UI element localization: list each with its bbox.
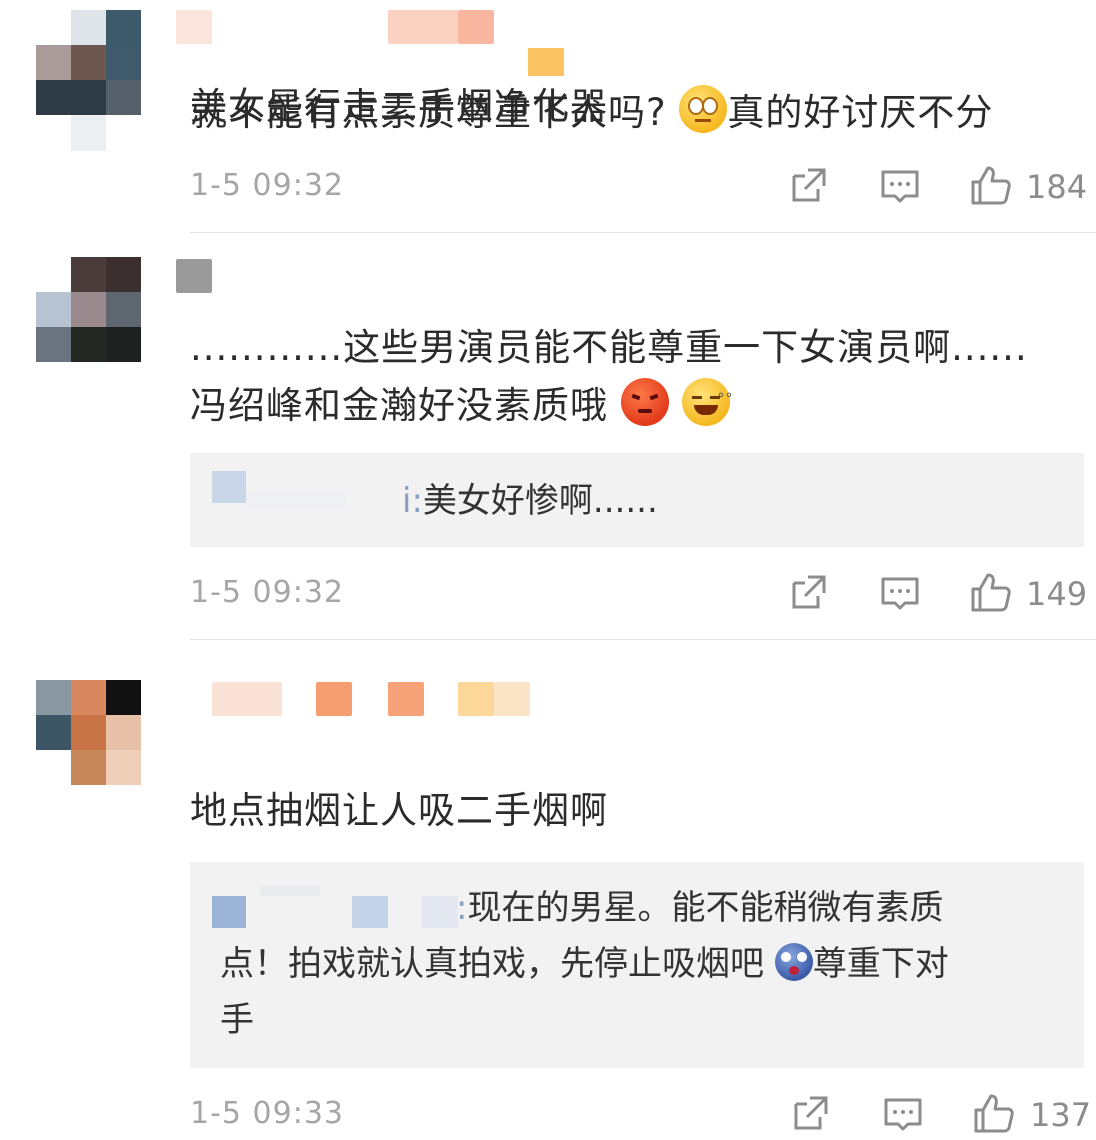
like-count: 149 [1026,575,1088,613]
username[interactable] [176,259,216,293]
comment-3: 就不能有点素质尊重下人吗? 真的好讨厌不分 地点抽烟让人吸二手烟啊 :现在的男星… [0,85,1096,1140]
user-badge [528,48,564,76]
like-icon[interactable] [969,164,1011,206]
comment-text-line-2: 地点抽烟让人吸二手烟啊 [190,789,608,832]
comment-text: 就不能有点素质尊重下人吗? [190,91,667,134]
reply-text-line-1: :现在的男星。能不能稍微有素质 [456,888,944,928]
share-icon[interactable] [788,164,830,206]
comment-text-line-2: 冯绍峰和金瀚好没素质哦 °° [190,377,733,435]
reply-box[interactable]: i:美女好惨啊...... [190,453,1084,547]
like-count: 137 [1030,1096,1092,1134]
reply-username [352,896,388,928]
reply-text: i:美女好惨啊...... [402,481,658,521]
timestamp: 1-5 09:32 [190,575,344,610]
comment-meta: 1-5 09:32 149 [0,569,1096,619]
username[interactable] [176,10,506,44]
reply-text-line-3: 手 [220,1000,254,1040]
like-count: 184 [1026,168,1088,206]
username[interactable] [176,682,536,716]
comment-meta: 1-5 09:33 137 [0,1090,1096,1140]
share-icon[interactable] [790,1092,832,1134]
reply-text-line-2: 点！拍戏就认真拍戏，先停止吸烟吧 尊重下对 [220,943,949,984]
like-icon[interactable] [972,1092,1014,1134]
comment-text-line-1: 就不能有点素质尊重下人吗? 真的好讨厌不分 [190,84,993,142]
avatar[interactable] [36,257,142,363]
share-icon[interactable] [788,571,830,613]
shocked-face-emoji [774,943,813,981]
reply-username [246,493,346,507]
reply-username [260,886,320,896]
angry-face-emoji [620,378,669,426]
timestamp: 1-5 09:32 [190,168,344,203]
comment-icon[interactable] [879,571,921,613]
timestamp: 1-5 09:33 [190,1096,344,1131]
comment-text: 真的好讨厌不分 [727,91,994,134]
comment-text-line-1: ............这些男演员能不能尊重一下女演员啊...... [190,326,1028,369]
comment-2: ............这些男演员能不能尊重一下女演员啊...... 冯绍峰和金… [0,235,1096,640]
reply-username[interactable] [212,471,246,503]
reply-username[interactable] [212,896,246,928]
rolling-eyes-emoji [679,85,728,133]
reply-box[interactable]: :现在的男星。能不能稍微有素质 点！拍戏就认真拍戏，先停止吸烟吧 尊重下对 手 [190,862,1084,1068]
divider [190,232,1096,233]
like-icon[interactable] [969,571,1011,613]
comment-text: 冯绍峰和金瀚好没素质哦 [190,384,608,427]
comment-icon[interactable] [882,1092,924,1134]
dizzy-grin-emoji: °° [681,378,733,426]
comment-icon[interactable] [879,164,921,206]
avatar[interactable] [36,10,142,151]
comment-meta: 1-5 09:32 184 [0,162,1096,212]
reply-username [422,896,458,928]
avatar[interactable] [36,680,142,786]
